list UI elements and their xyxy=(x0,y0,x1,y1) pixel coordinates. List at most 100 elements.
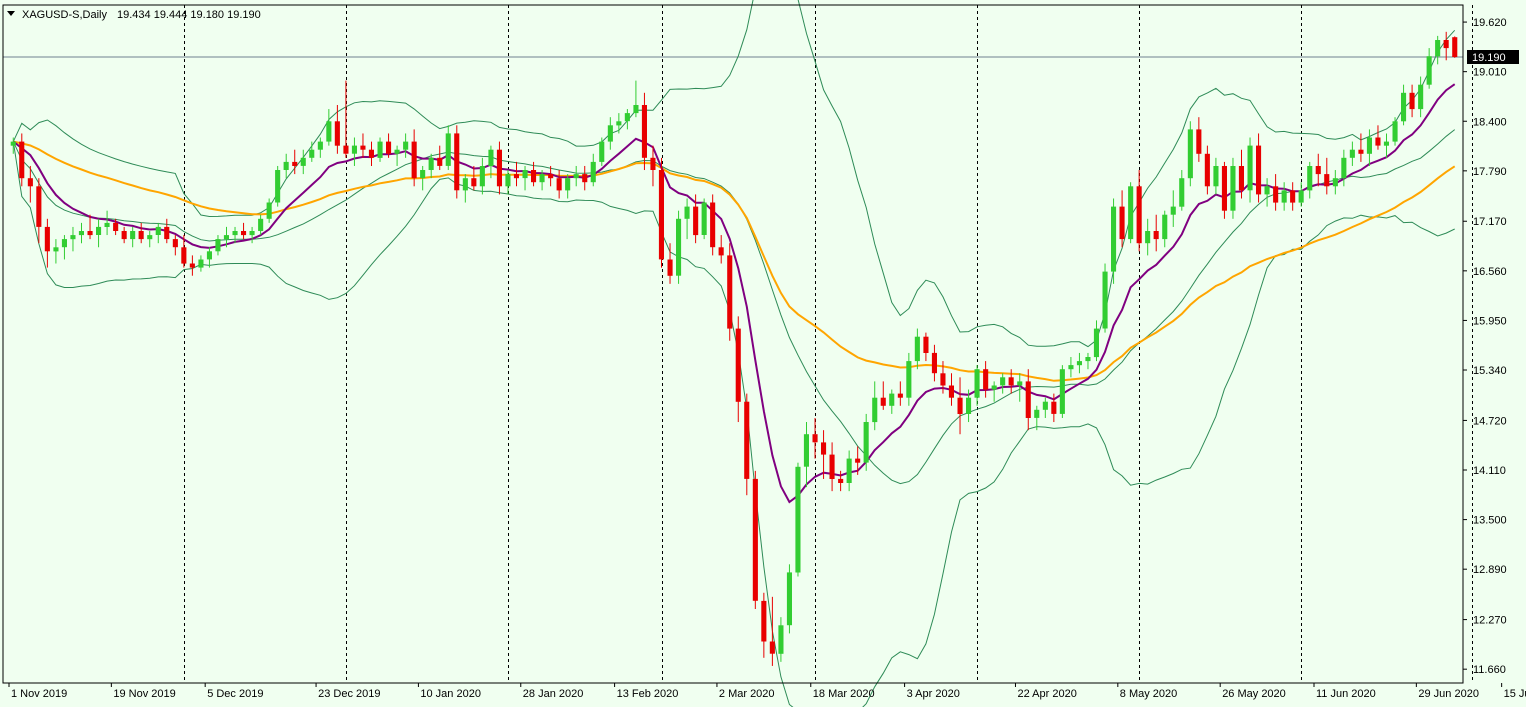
candle[interactable] xyxy=(360,133,366,158)
candle[interactable] xyxy=(1059,365,1065,418)
candle[interactable] xyxy=(1392,117,1398,146)
candle[interactable] xyxy=(1230,157,1236,219)
candle[interactable] xyxy=(991,381,997,402)
candle[interactable] xyxy=(437,145,443,171)
candle[interactable] xyxy=(522,165,528,191)
candle[interactable] xyxy=(61,235,67,260)
candle[interactable] xyxy=(778,617,784,662)
candle[interactable] xyxy=(718,235,724,264)
candle[interactable] xyxy=(258,214,264,236)
candle[interactable] xyxy=(326,109,332,146)
candle[interactable] xyxy=(1324,157,1330,195)
candle[interactable] xyxy=(872,381,878,431)
price-chart[interactable]: 19.620 19.010 18.400 17.790 17.170 16.560 15.9… xyxy=(0,0,1526,707)
candle[interactable] xyxy=(155,222,161,244)
candle[interactable] xyxy=(633,80,639,118)
candle[interactable] xyxy=(1136,170,1142,252)
candle[interactable] xyxy=(1298,182,1304,207)
candle[interactable] xyxy=(130,226,136,248)
candle[interactable] xyxy=(974,365,980,406)
candle[interactable] xyxy=(1315,153,1321,187)
candle[interactable] xyxy=(1153,214,1159,252)
candle[interactable] xyxy=(300,149,306,175)
candle[interactable] xyxy=(727,243,733,341)
candle[interactable] xyxy=(846,450,852,492)
candle[interactable] xyxy=(1213,157,1219,195)
candle[interactable] xyxy=(44,218,50,268)
candle[interactable] xyxy=(906,352,912,406)
candle[interactable] xyxy=(1281,182,1287,211)
candle[interactable] xyxy=(1264,178,1270,207)
candle[interactable] xyxy=(215,235,221,256)
candle[interactable] xyxy=(786,564,792,634)
candle[interactable] xyxy=(1119,190,1125,248)
candle[interactable] xyxy=(821,430,827,479)
candle[interactable] xyxy=(1093,320,1099,362)
candle[interactable] xyxy=(1435,35,1441,65)
candle[interactable] xyxy=(1366,129,1372,166)
candle[interactable] xyxy=(479,157,485,195)
candle[interactable] xyxy=(377,137,383,162)
candle[interactable] xyxy=(616,113,622,134)
candle[interactable] xyxy=(863,413,869,471)
candle[interactable] xyxy=(582,165,588,191)
candle[interactable] xyxy=(206,247,212,268)
candle[interactable] xyxy=(607,117,613,150)
candle[interactable] xyxy=(368,141,374,166)
candle[interactable] xyxy=(471,165,477,191)
chart-window[interactable]: 19.620 19.010 18.400 17.790 17.170 16.560 15.9… xyxy=(0,0,1526,707)
candle[interactable] xyxy=(769,596,775,666)
candle[interactable] xyxy=(1042,397,1048,418)
candle[interactable] xyxy=(735,316,741,423)
candle[interactable] xyxy=(1145,218,1151,256)
candle[interactable] xyxy=(317,137,323,158)
candle[interactable] xyxy=(957,377,963,435)
candle[interactable] xyxy=(829,442,835,492)
candle[interactable] xyxy=(667,243,673,284)
candle[interactable] xyxy=(147,231,153,248)
candle[interactable] xyxy=(812,417,818,459)
candle[interactable] xyxy=(496,141,502,195)
candle[interactable] xyxy=(701,198,707,240)
candle[interactable] xyxy=(249,226,255,244)
candle[interactable] xyxy=(1452,36,1458,58)
candle[interactable] xyxy=(1349,141,1355,166)
candle[interactable] xyxy=(1247,137,1253,203)
candle[interactable] xyxy=(795,462,801,577)
candle[interactable] xyxy=(275,165,281,207)
candle[interactable] xyxy=(1179,170,1185,211)
candle[interactable] xyxy=(78,222,84,244)
candle[interactable] xyxy=(1426,48,1432,89)
candle[interactable] xyxy=(1196,117,1202,162)
candle[interactable] xyxy=(1025,369,1031,431)
candle[interactable] xyxy=(914,328,920,370)
candle[interactable] xyxy=(53,239,59,264)
candle[interactable] xyxy=(1076,352,1082,374)
candle[interactable] xyxy=(1187,121,1193,187)
candle[interactable] xyxy=(599,137,605,166)
candle[interactable] xyxy=(462,174,468,203)
candle[interactable] xyxy=(1307,161,1313,199)
collapse-triangle-icon[interactable] xyxy=(7,11,15,16)
candle[interactable] xyxy=(684,198,690,240)
candle[interactable] xyxy=(590,153,596,187)
candle[interactable] xyxy=(1418,76,1424,118)
candle[interactable] xyxy=(676,210,682,284)
candle[interactable] xyxy=(1102,263,1108,333)
candle[interactable] xyxy=(1221,161,1227,219)
candle[interactable] xyxy=(19,133,25,187)
candle[interactable] xyxy=(923,332,929,362)
candle[interactable] xyxy=(641,92,647,171)
candle[interactable] xyxy=(283,153,289,179)
candle[interactable] xyxy=(752,470,758,610)
candle[interactable] xyxy=(1358,133,1364,162)
candle[interactable] xyxy=(428,153,434,179)
candle[interactable] xyxy=(889,389,895,414)
candle[interactable] xyxy=(983,361,989,398)
candle[interactable] xyxy=(1000,373,1006,394)
candle[interactable] xyxy=(189,255,195,276)
candle[interactable] xyxy=(445,125,451,171)
candle[interactable] xyxy=(403,133,409,158)
candle[interactable] xyxy=(1204,145,1210,195)
candle[interactable] xyxy=(1111,198,1117,284)
